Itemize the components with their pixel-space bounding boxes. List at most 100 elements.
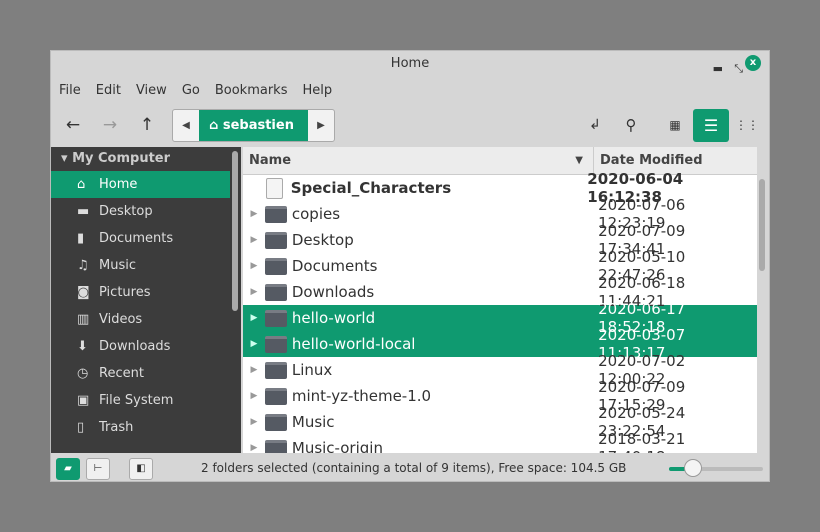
desktop-icon: ▬ <box>77 204 90 219</box>
sidebar-item-documents[interactable]: ▮ Documents <box>51 225 230 252</box>
expander-icon[interactable]: ▶ <box>243 261 265 271</box>
sidebar-item-label: Documents <box>99 231 174 246</box>
sidebar-item-videos[interactable]: ▥ Videos <box>51 306 230 333</box>
back-button[interactable]: ← <box>59 111 87 139</box>
downloads-icon: ⬇ <box>77 339 88 354</box>
status-bar: ▰ ⊢ ◧ 2 folders selected (containing a t… <box>51 453 769 482</box>
date-modified: 2018-03-21 17:40:18 <box>598 430 686 453</box>
sidebar-item-label: Downloads <box>99 339 171 354</box>
file-name: mint-yz-theme-1.0 <box>291 387 432 405</box>
file-name: Downloads <box>291 283 375 301</box>
breadcrumb-home[interactable]: ⌂ sebastien <box>199 110 308 141</box>
places-toggle-button[interactable]: ▰ <box>56 458 80 480</box>
file-manager-window: Home ▬ ⤡ x File Edit View Go Bookmarks H… <box>50 50 770 482</box>
expander-icon[interactable]: ▶ <box>243 209 265 219</box>
table-row[interactable]: ▶ Music-origin 2018-03-21 17:40:18 <box>243 430 757 453</box>
folder-icon <box>264 257 287 275</box>
folder-icon <box>264 413 287 431</box>
home-icon: ⌂ <box>209 118 223 133</box>
zoom-slider[interactable] <box>669 459 763 477</box>
folder-icon <box>264 283 287 301</box>
folder-icon <box>264 439 287 453</box>
maximize-button[interactable]: ⤡ <box>734 56 743 82</box>
sidebar-header[interactable]: ▾ My Computer <box>51 147 241 171</box>
expander-icon[interactable]: ▶ <box>243 339 265 349</box>
sidebar-item-label: Home <box>99 177 138 192</box>
menu-go[interactable]: Go <box>182 83 200 98</box>
file-name: Linux <box>291 361 333 379</box>
minimize-button[interactable]: ▬ <box>713 56 723 82</box>
sidebar-item-label: Desktop <box>99 204 153 219</box>
file-name: Special_Characters <box>290 179 452 197</box>
file-list: Name ▼ Date Modified Special_Characters 20… <box>243 147 757 453</box>
sidebar-item-label: Recent <box>99 366 144 381</box>
documents-icon: ▮ <box>77 231 85 246</box>
sidebar-item-desktop[interactable]: ▬ Desktop <box>51 198 230 225</box>
expander-icon[interactable]: ▶ <box>243 287 265 297</box>
expander-icon[interactable]: ▶ <box>243 391 265 401</box>
home-icon: ⌂ <box>77 177 86 192</box>
file-name: Documents <box>291 257 378 275</box>
compact-view-button[interactable]: ⋮⋮ <box>733 111 761 139</box>
file-system-icon: ▣ <box>77 393 90 408</box>
sidebar-item-music[interactable]: ♫ Music <box>51 252 230 279</box>
file-name: hello-world-local <box>291 335 416 353</box>
list-scrollbar[interactable] <box>759 179 765 271</box>
trash-icon: ▯ <box>77 420 85 435</box>
sidebar-scrollbar[interactable] <box>232 151 238 311</box>
icon-view-button[interactable]: ▦ <box>661 111 689 139</box>
up-button[interactable]: ↑ <box>133 111 161 139</box>
folder-icon <box>264 309 287 327</box>
expander-icon[interactable]: ▶ <box>243 313 265 323</box>
close-button[interactable]: x <box>745 55 761 71</box>
breadcrumb-right-arrow[interactable]: ▶ <box>308 110 334 141</box>
music-icon: ♫ <box>77 258 89 273</box>
status-text: 2 folders selected (containing a total o… <box>201 461 627 475</box>
sidebar-item-home[interactable]: ⌂ Home <box>51 171 230 198</box>
expander-icon[interactable]: ▶ <box>243 235 265 245</box>
sidebar-item-trash[interactable]: ▯ Trash <box>51 414 230 441</box>
file-name: Music-origin <box>291 439 383 453</box>
folder-icon <box>264 387 287 405</box>
expander-icon[interactable]: ▶ <box>243 443 265 453</box>
breadcrumb-left-arrow[interactable]: ◀ <box>173 110 199 141</box>
file-name: Desktop <box>291 231 354 249</box>
sidebar-item-file-system[interactable]: ▣ File System <box>51 387 230 414</box>
breadcrumb: ◀ ⌂ sebastien ▶ <box>172 109 335 142</box>
column-name[interactable]: Name ▼ <box>243 147 593 174</box>
file-icon <box>266 177 283 199</box>
folder-icon <box>264 335 287 353</box>
hide-sidebar-button[interactable]: ◧ <box>129 458 153 480</box>
tree-toggle-button[interactable]: ⊢ <box>86 458 110 480</box>
folder-icon <box>264 205 287 223</box>
sidebar-item-label: Pictures <box>99 285 151 300</box>
toolbar: ← → ↑ ◀ ⌂ sebastien ▶ ↲ ⚲ ▦ ☰ ⋮⋮ <box>51 103 769 147</box>
sidebar-item-label: Trash <box>99 420 134 435</box>
search-icon[interactable]: ⚲ <box>617 111 645 139</box>
expander-icon[interactable]: ▶ <box>243 417 265 427</box>
menu-file[interactable]: File <box>59 83 81 98</box>
breadcrumb-label: sebastien <box>222 118 294 133</box>
folder-icon <box>264 231 287 249</box>
sidebar: ▾ My Computer ⌂ Home ▬ Desktop ▮ Documents ♫ Mu… <box>51 147 241 453</box>
sidebar-item-label: File System <box>99 393 174 408</box>
title-bar: Home ▬ ⤡ x <box>51 51 769 77</box>
menu-help[interactable]: Help <box>302 83 332 98</box>
forward-button[interactable]: → <box>96 111 124 139</box>
window-title: Home <box>390 56 430 71</box>
sidebar-item-downloads[interactable]: ⬇ Downloads <box>51 333 230 360</box>
sidebar-item-pictures[interactable]: ◙ Pictures <box>51 279 230 306</box>
pictures-icon: ◙ <box>77 285 90 300</box>
sidebar-item-label: Music <box>99 258 136 273</box>
folder-icon <box>264 361 287 379</box>
menu-bookmarks[interactable]: Bookmarks <box>215 83 288 98</box>
menu-view[interactable]: View <box>136 83 167 98</box>
menu-edit[interactable]: Edit <box>96 83 121 98</box>
sidebar-item-label: Videos <box>99 312 143 327</box>
file-name: hello-world <box>291 309 376 327</box>
list-view-button[interactable]: ☰ <box>693 109 729 142</box>
sidebar-item-recent[interactable]: ◷ Recent <box>51 360 230 387</box>
expander-icon[interactable]: ▶ <box>243 365 265 375</box>
toggle-location-icon[interactable]: ↲ <box>581 111 609 139</box>
menu-bar: File Edit View Go Bookmarks Help <box>51 77 769 103</box>
